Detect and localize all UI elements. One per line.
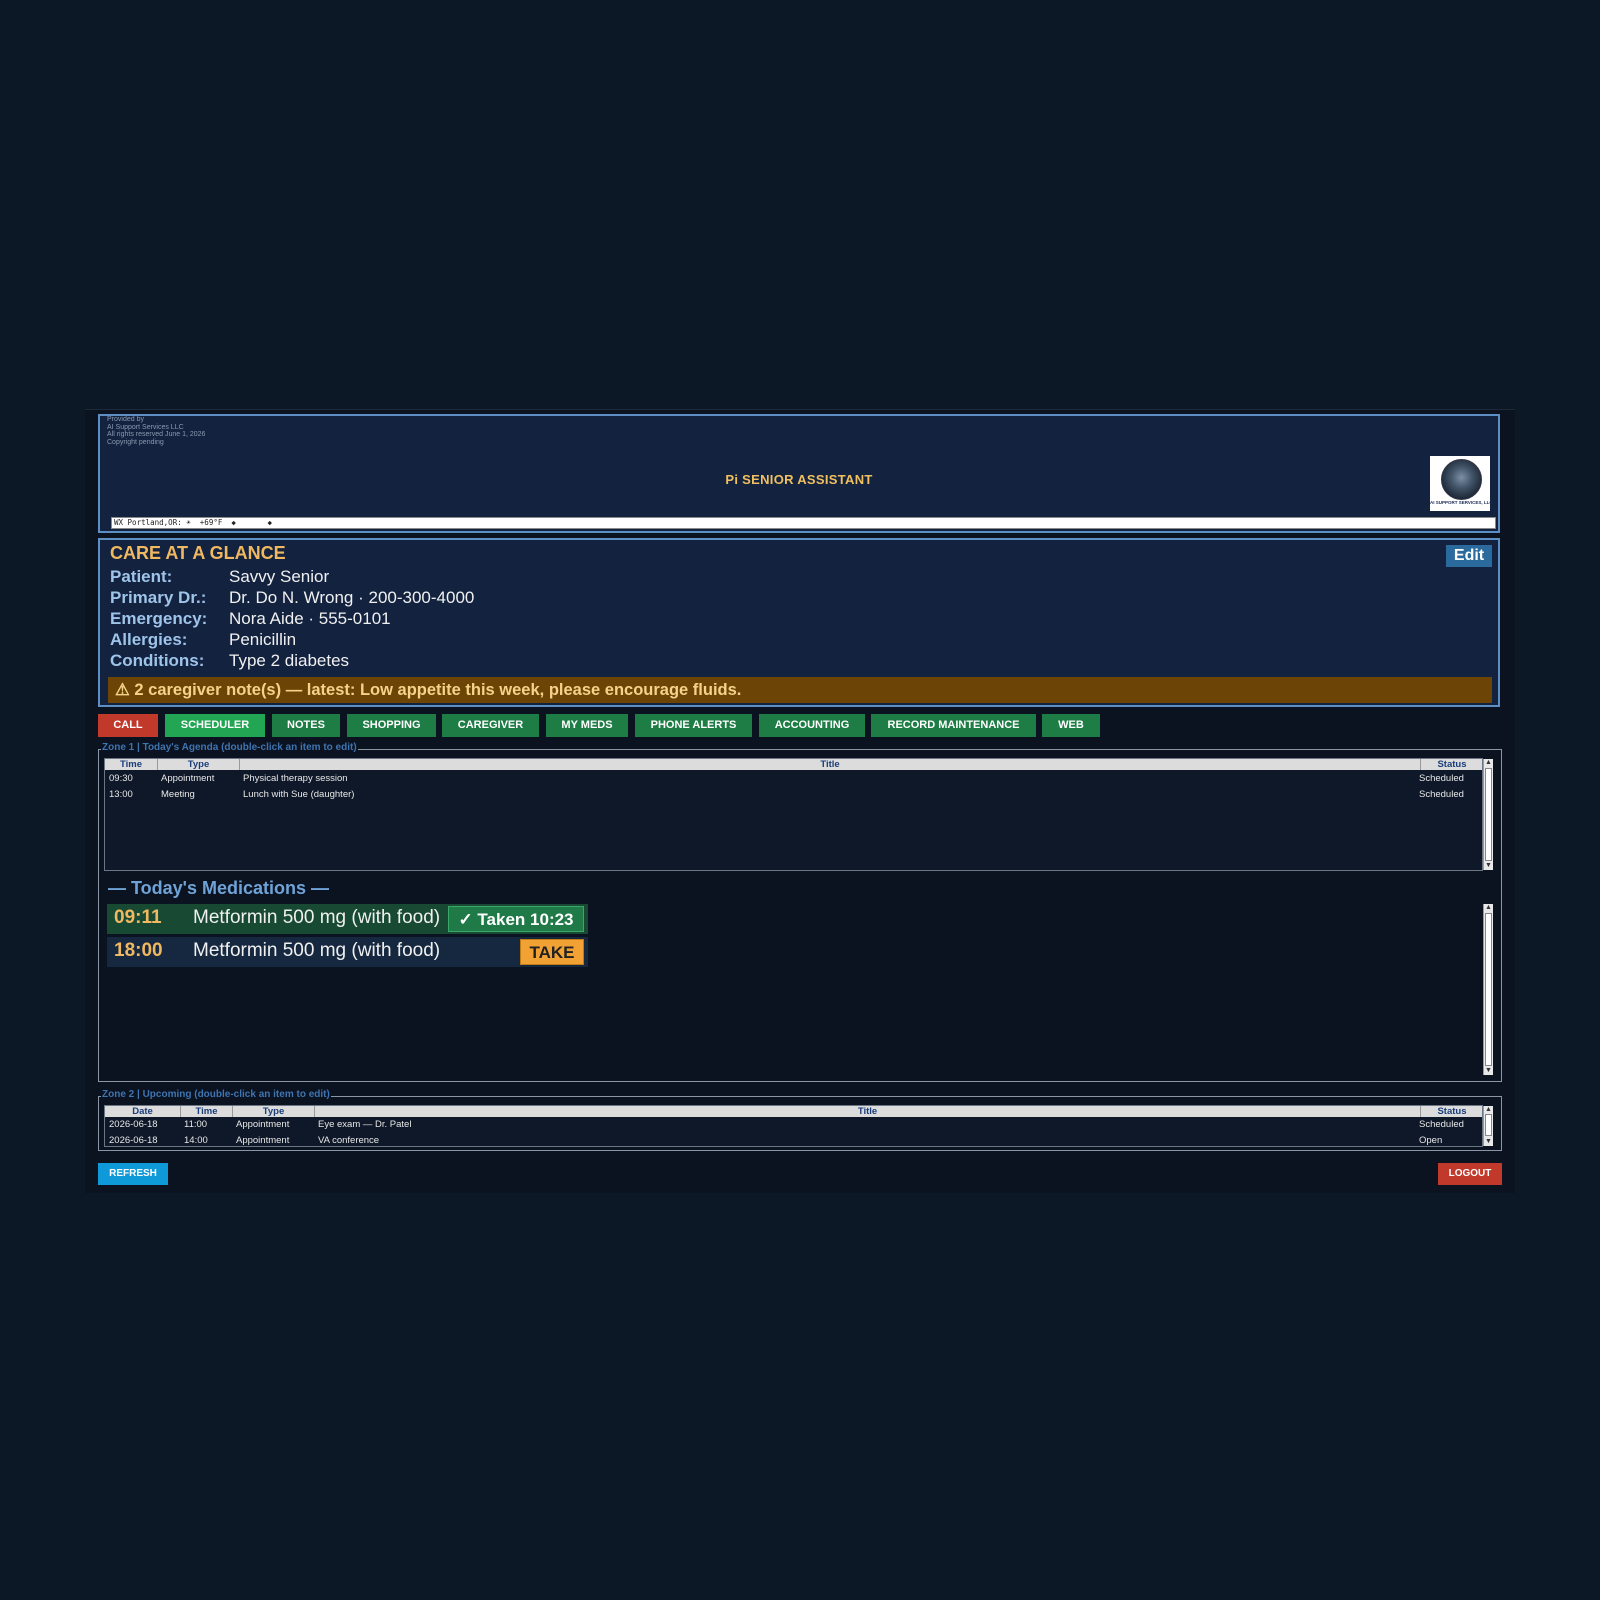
agenda-scrollbar[interactable]: ▲ ▼ [1483,759,1493,870]
upcoming-col-type[interactable]: Type [233,1106,315,1117]
upcoming-time: 14:00 [184,1135,208,1146]
patient-label: Patient: [110,567,173,586]
caregiver-button[interactable]: CAREGIVER [442,714,539,737]
upcoming-title: VA conference [318,1135,380,1146]
upcoming-status: Scheduled [1419,1119,1464,1130]
upcoming-col-time[interactable]: Time [181,1106,233,1117]
agenda-col-title[interactable]: Title [240,759,1421,770]
medication-row: 09:11 Metformin 500 mg (with food) ✓ Tak… [107,904,588,934]
caregiver-note-banner: ⚠ 2 caregiver note(s) — latest: Low appe… [108,677,1492,703]
zone2-label: Zone 2 | Upcoming (double-click an item … [101,1089,331,1100]
medication-name: Metformin 500 mg (with food) [193,907,441,928]
zone1-label: Zone 1 | Today's Agenda (double-click an… [101,742,358,753]
agenda-time: 13:00 [109,789,133,800]
edit-button[interactable]: Edit [1446,545,1492,567]
care-title: CARE AT A GLANCE [110,543,286,563]
scroll-thumb[interactable] [1485,913,1492,1066]
upcoming-status: Open [1419,1135,1443,1146]
app-title: Pi SENIOR ASSISTANT [725,472,873,487]
shopping-button[interactable]: SHOPPING [347,714,436,737]
scroll-up-icon[interactable]: ▲ [1484,904,1493,912]
upcoming-date: 2026-06-18 [109,1135,158,1146]
patient-value: Savvy Senior [229,567,330,586]
scroll-down-icon[interactable]: ▼ [1484,1067,1493,1075]
upcoming-title: Eye exam — Dr. Patel [318,1119,412,1130]
upcoming-time: 11:00 [184,1119,208,1130]
scheduler-button[interactable]: SCHEDULER [165,714,265,737]
agenda-title: Lunch with Sue (daughter) [243,789,355,800]
medication-time: 09:11 [114,907,162,928]
record-maintenance-button[interactable]: RECORD MAINTENANCE [871,714,1036,737]
agenda-time: 09:30 [109,773,133,784]
notes-button[interactable]: NOTES [272,714,340,737]
call-button[interactable]: CALL [98,714,158,737]
primary-dr-label: Primary Dr.: [110,588,207,607]
credit-line: AI Support Services LLC [107,423,184,431]
emergency-value: Nora Aide · 555-0101 [229,609,391,628]
agenda-status: Scheduled [1419,789,1464,800]
scroll-thumb[interactable] [1485,1114,1492,1136]
upcoming-col-date[interactable]: Date [105,1106,181,1117]
scroll-up-icon[interactable]: ▲ [1484,759,1493,767]
medication-name: Metformin 500 mg (with food) [193,940,441,961]
agenda-type: Appointment [161,773,215,784]
upcoming-col-title[interactable]: Title [315,1106,1421,1117]
accounting-button[interactable]: ACCOUNTING [759,714,865,737]
scroll-up-icon[interactable]: ▲ [1484,1106,1493,1114]
emergency-label: Emergency: [110,609,208,628]
upcoming-table[interactable]: Date Time Type Title Status 2026-06-18 1… [104,1105,1483,1147]
agenda-status: Scheduled [1419,773,1464,784]
allergies-value: Penicillin [229,630,297,649]
upcoming-type: Appointment [236,1119,290,1130]
medication-row: 18:00 Metformin 500 mg (with food) TAKE [107,937,588,967]
logout-button[interactable]: LOGOUT [1438,1163,1502,1185]
upcoming-col-status[interactable]: Status [1421,1106,1482,1117]
agenda-col-type[interactable]: Type [158,759,240,770]
credit-line: All rights reserved June 1, 2026 [107,431,206,438]
primary-dr-value: Dr. Do N. Wrong · 200-300-4000 [229,588,475,607]
upcoming-scrollbar[interactable]: ▲ ▼ [1483,1106,1493,1146]
company-logo: AI SUPPORT SERVICES, LLC [1430,456,1493,511]
logo-caption: AI SUPPORT SERVICES, LLC [1430,500,1493,505]
scroll-down-icon[interactable]: ▼ [1484,1138,1493,1146]
web-button[interactable]: WEB [1042,714,1100,737]
medication-time: 18:00 [114,940,163,961]
my-meds-button[interactable]: MY MEDS [546,714,628,737]
logo-emblem-icon [1441,459,1482,500]
upcoming-date: 2026-06-18 [109,1119,158,1130]
conditions-value: Type 2 diabetes [229,651,350,670]
scroll-down-icon[interactable]: ▼ [1484,862,1493,870]
allergies-label: Allergies: [110,630,188,649]
agenda-type: Meeting [161,789,195,800]
refresh-button[interactable]: REFRESH [98,1163,168,1185]
taken-status-badge: ✓ Taken 10:23 [448,906,584,932]
credit-text: Provided by AI Support Services LLC All … [107,416,205,446]
agenda-col-time[interactable]: Time [105,759,158,770]
conditions-label: Conditions: [110,651,205,670]
agenda-col-status[interactable]: Status [1421,759,1482,770]
take-button[interactable]: TAKE [520,939,584,965]
weather-ticker: WX Portland,OR: ☀ +69°F ◆ ◆ [111,517,1496,529]
agenda-title: Physical therapy session [243,773,348,784]
caregiver-note-text: ⚠ 2 caregiver note(s) — latest: Low appe… [115,681,742,699]
medications-scrollbar[interactable]: ▲ ▼ [1483,904,1493,1075]
upcoming-type: Appointment [236,1135,290,1146]
medications-title: — Today's Medications — [108,878,329,898]
agenda-table[interactable]: Time Type Title Status 09:30 Appointment… [104,758,1483,871]
phone-alerts-button[interactable]: PHONE ALERTS [635,714,752,737]
scroll-thumb[interactable] [1485,768,1492,861]
credit-line: Provided by [107,416,144,423]
credit-line: Copyright pending [107,438,164,446]
